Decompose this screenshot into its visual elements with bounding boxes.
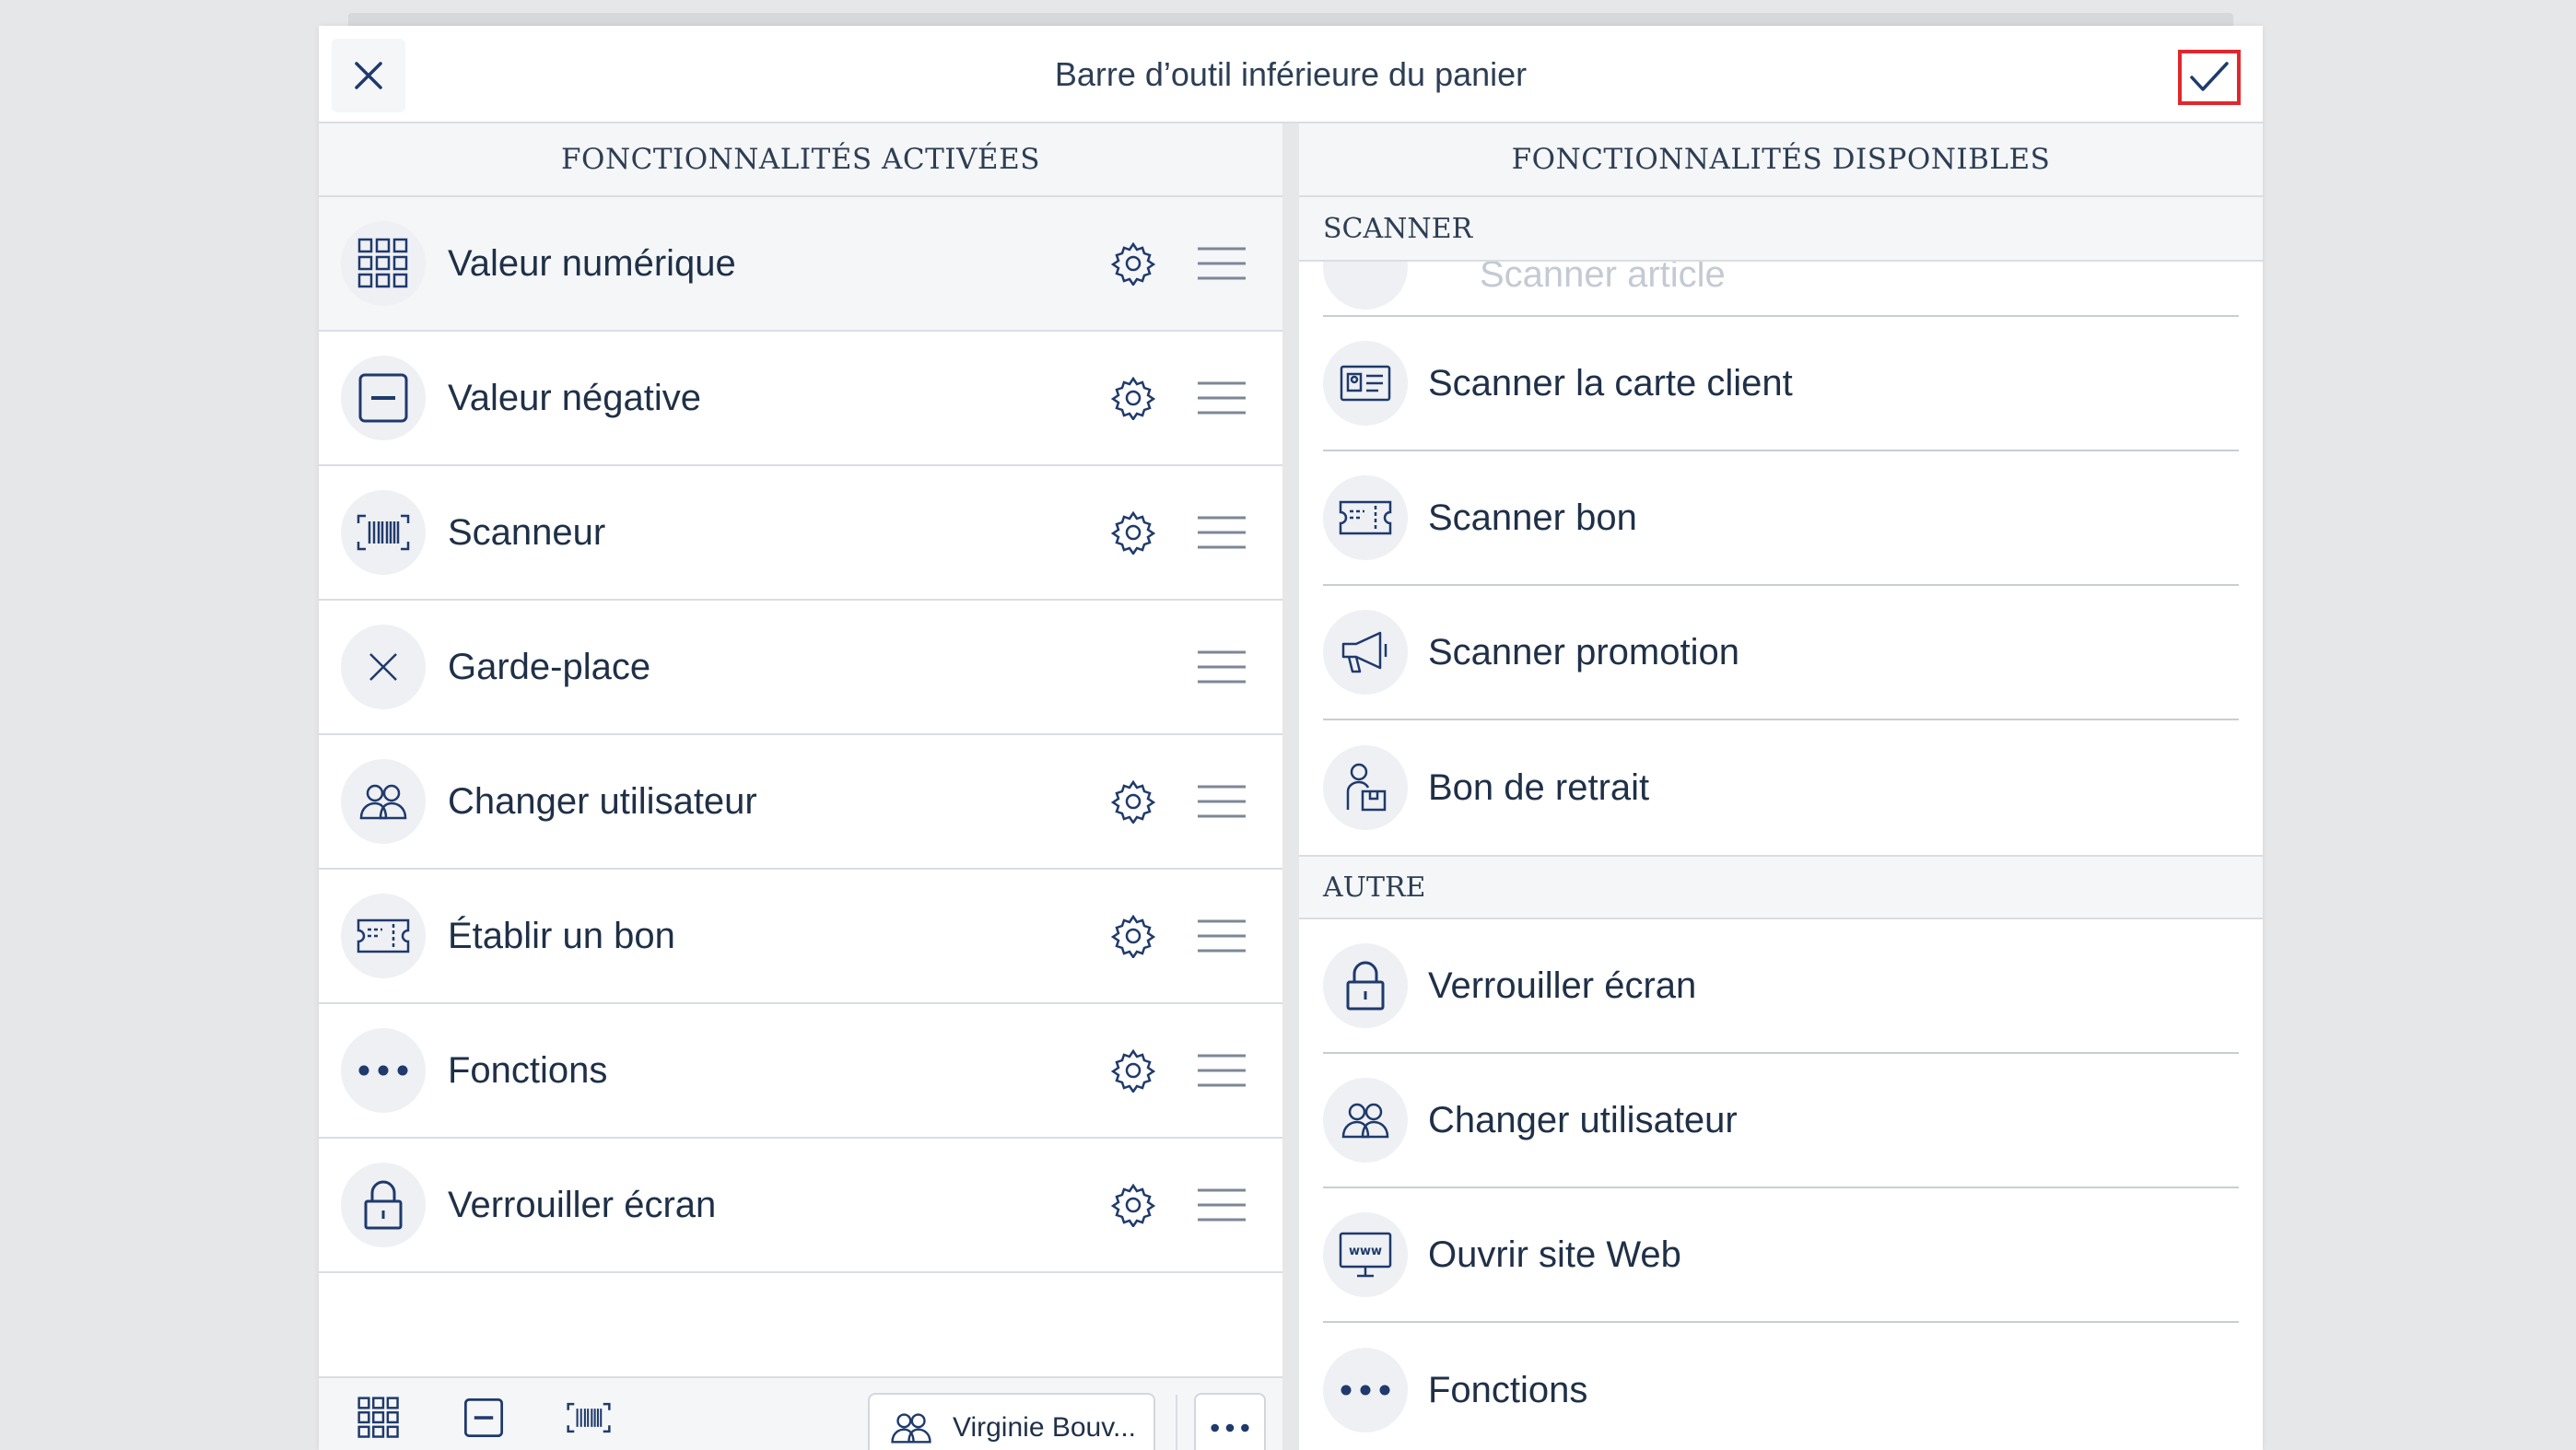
available-item-label: Changer utilisateur — [1428, 1099, 1738, 1140]
scan-article-icon — [1323, 262, 1408, 310]
drag-handle-icon[interactable] — [1196, 514, 1247, 551]
drag-handle-icon[interactable] — [1196, 1187, 1247, 1223]
available-features-heading: FONCTIONNALITÉS DISPONIBLES — [1299, 123, 2263, 197]
available-item-scan-voucher[interactable]: Scanner bon — [1323, 451, 2239, 586]
dialog-header: Barre d’outil inférieure du panier — [319, 26, 2263, 123]
barcode-scanner-icon — [341, 490, 426, 575]
available-item-pickup-voucher[interactable]: Bon de retrait — [1323, 720, 2239, 855]
active-item-label: Changer utilisateur — [448, 780, 757, 822]
available-features-column: FONCTIONNALITÉS DISPONIBLES SCANNER Scan… — [1299, 123, 2263, 1450]
available-item-scan-customer-card[interactable]: Scanner la carte client — [1323, 317, 2239, 451]
available-item-label: Fonctions — [1428, 1369, 1588, 1410]
section-heading-other: AUTRE — [1299, 855, 2263, 919]
users-icon — [891, 1413, 931, 1444]
available-item-label: Bon de retrait — [1428, 766, 1650, 808]
drag-handle-icon[interactable] — [1196, 1052, 1247, 1089]
voucher-icon — [1323, 475, 1408, 560]
active-item-label: Valeur numérique — [448, 242, 736, 284]
minus-box-icon[interactable] — [461, 1395, 507, 1441]
dialog-title: Barre d’outil inférieure du panier — [1054, 55, 1528, 93]
active-item-negative-value[interactable]: Valeur négative — [319, 332, 1282, 466]
active-item-label: Garde-place — [448, 646, 651, 687]
placeholder-x-icon — [341, 625, 426, 709]
more-dots-icon — [1211, 1423, 1249, 1432]
voucher-icon — [341, 894, 426, 978]
active-item-change-user[interactable]: Changer utilisateur — [319, 735, 1282, 870]
active-item-label: Valeur négative — [448, 377, 701, 418]
gear-icon[interactable] — [1111, 1183, 1155, 1227]
toolbar-preview: Virginie Bouv... — [319, 1376, 1282, 1450]
gear-icon[interactable] — [1111, 376, 1155, 420]
active-item-scanner[interactable]: Scanneur — [319, 466, 1282, 601]
lock-icon — [341, 1163, 426, 1247]
available-item-open-website[interactable]: www Ouvrir site Web — [1323, 1188, 2239, 1323]
drag-handle-icon[interactable] — [1196, 380, 1247, 416]
more-functions-button[interactable] — [1194, 1393, 1266, 1450]
current-user-name: Virginie Bouv... — [953, 1412, 1136, 1443]
available-item-label: Scanner promotion — [1428, 631, 1739, 672]
active-item-label: Établir un bon — [448, 915, 675, 956]
numpad-icon[interactable] — [356, 1395, 402, 1441]
available-item-lock-screen[interactable]: Verrouiller écran — [1323, 919, 2239, 1054]
active-features-heading: FONCTIONNALITÉS ACTIVÉES — [319, 123, 1282, 197]
more-dots-icon — [341, 1028, 426, 1113]
close-icon — [355, 62, 382, 89]
gear-icon[interactable] — [1111, 914, 1155, 958]
gear-icon[interactable] — [1111, 510, 1155, 555]
gear-icon[interactable] — [1111, 241, 1155, 286]
checkmark-icon — [2190, 62, 2229, 91]
current-user-button[interactable]: Virginie Bouv... — [868, 1393, 1155, 1450]
more-dots-icon — [1323, 1348, 1408, 1432]
available-item-functions[interactable]: Fonctions — [1323, 1323, 2239, 1450]
toolbar-separator — [1176, 1395, 1177, 1450]
active-item-lock-screen[interactable]: Verrouiller écran — [319, 1139, 1282, 1273]
active-item-label: Scanneur — [448, 511, 606, 553]
active-item-functions[interactable]: Fonctions — [319, 1004, 1282, 1139]
lock-icon — [1323, 943, 1408, 1028]
available-item-change-user[interactable]: Changer utilisateur — [1323, 1054, 2239, 1188]
available-item-scan-article-partial[interactable]: Scanner article — [1323, 262, 2239, 317]
active-item-create-voucher[interactable]: Établir un bon — [319, 870, 1282, 1004]
section-heading-scanner: SCANNER — [1299, 197, 2263, 262]
available-item-label: Ouvrir site Web — [1428, 1234, 1681, 1275]
drag-handle-icon[interactable] — [1196, 649, 1247, 685]
active-features-column: FONCTIONNALITÉS ACTIVÉES Valeur numériqu… — [319, 123, 1282, 1450]
barcode-scanner-icon[interactable] — [566, 1395, 612, 1441]
column-divider — [1282, 123, 1299, 1450]
minus-box-icon — [341, 356, 426, 440]
active-item-label: Verrouiller écran — [448, 1184, 717, 1225]
users-icon — [341, 759, 426, 844]
available-item-scan-promotion[interactable]: Scanner promotion — [1323, 586, 2239, 720]
drag-handle-icon[interactable] — [1196, 918, 1247, 954]
active-item-placeholder[interactable]: Garde-place — [319, 601, 1282, 735]
active-item-numeric-value[interactable]: Valeur numérique — [319, 197, 1282, 332]
available-item-label: Scanner la carte client — [1428, 362, 1793, 403]
svg-text:www: www — [1349, 1245, 1382, 1258]
available-item-label: Scanner article — [1480, 262, 1726, 295]
active-item-label: Fonctions — [448, 1049, 608, 1091]
gear-icon[interactable] — [1111, 1048, 1155, 1093]
gear-icon[interactable] — [1111, 779, 1155, 824]
close-button[interactable] — [332, 39, 405, 112]
www-monitor-icon: www — [1323, 1212, 1408, 1297]
pickup-person-icon — [1323, 745, 1408, 830]
drag-handle-icon[interactable] — [1196, 783, 1247, 820]
numpad-icon — [341, 221, 426, 306]
users-icon — [1323, 1078, 1408, 1163]
available-item-label: Verrouiller écran — [1428, 965, 1697, 1006]
confirm-button[interactable] — [2178, 50, 2241, 105]
megaphone-icon — [1323, 610, 1408, 695]
available-item-label: Scanner bon — [1428, 497, 1637, 538]
drag-handle-icon[interactable] — [1196, 245, 1247, 282]
customer-card-icon — [1323, 341, 1408, 426]
toolbar-config-dialog: Barre d’outil inférieure du panier FONCT… — [319, 26, 2263, 1450]
